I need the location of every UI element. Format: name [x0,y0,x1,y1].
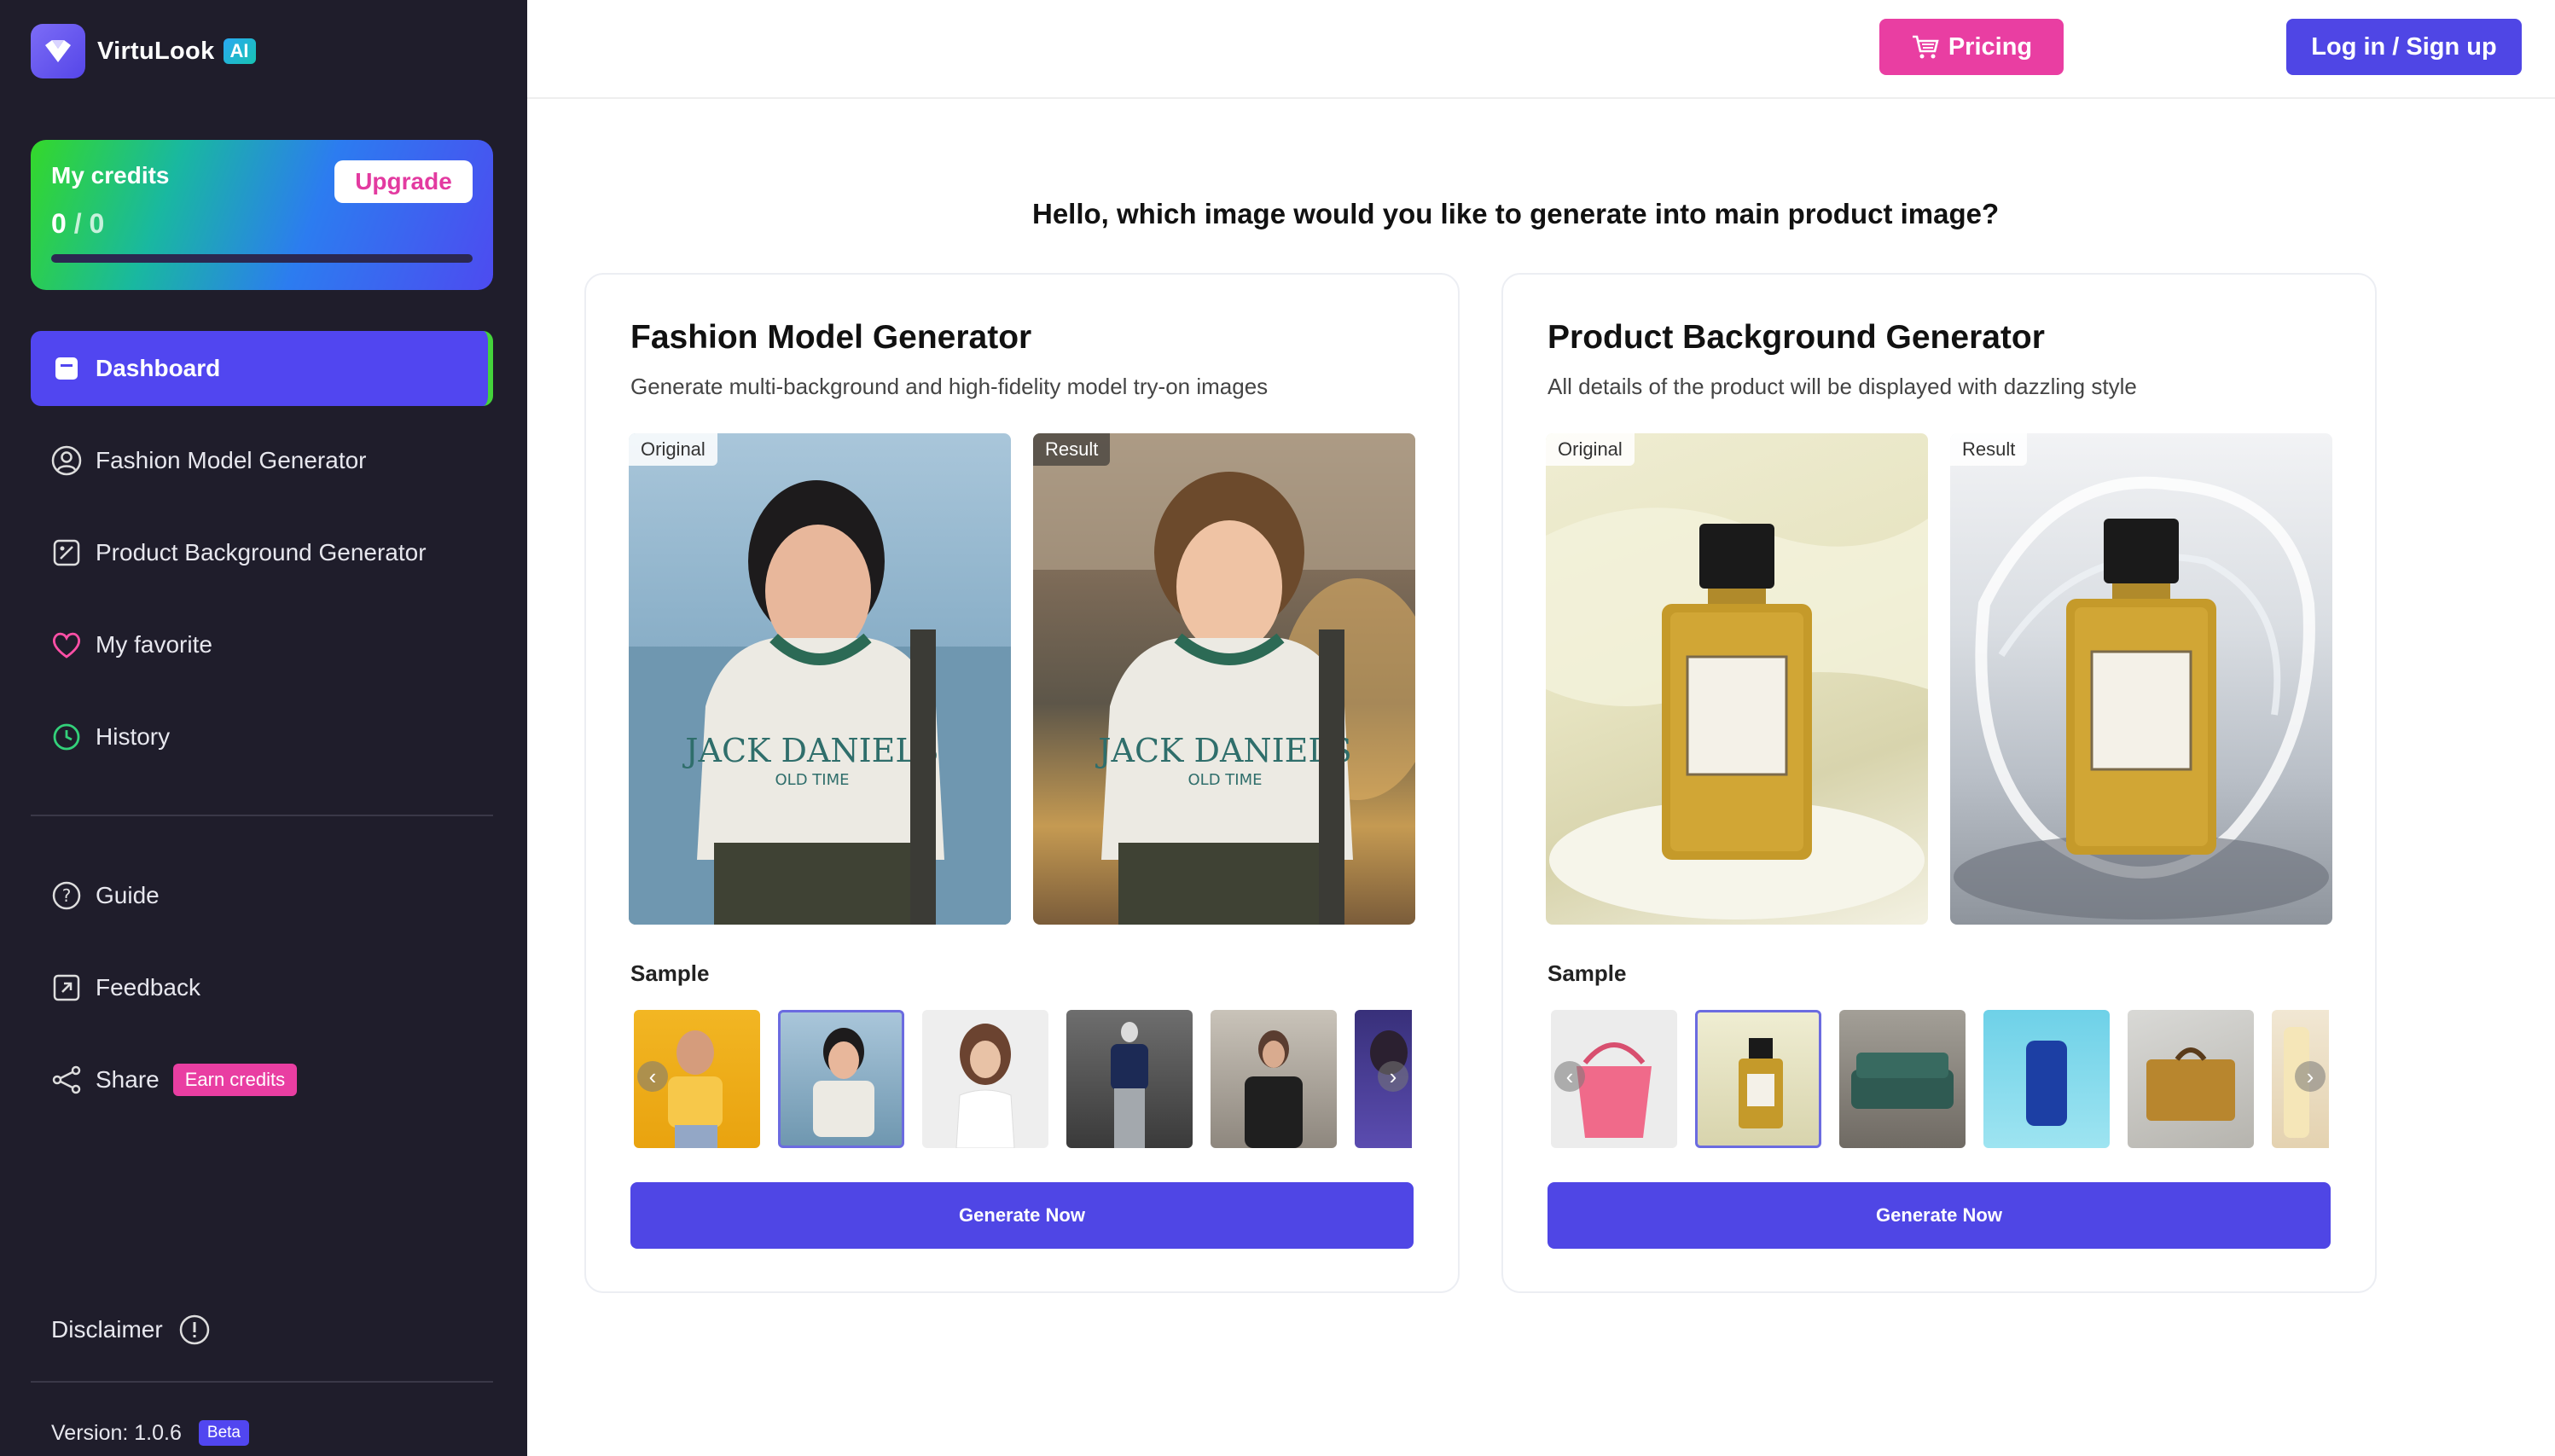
sidebar-item-guide[interactable]: ? Guide [31,858,493,933]
info-icon [178,1314,211,1346]
sidebar-item-label: Product Background Generator [96,539,427,566]
sample-thumbnails: ‹ › [1551,1010,2329,1148]
credits-progress-bar [51,254,473,263]
sidebar-item-label: Guide [96,882,160,908]
sample-thumb[interactable] [922,1010,1048,1148]
card-subtitle: All details of the product will be displ… [1548,374,2137,399]
footer-divider [31,1381,493,1383]
upgrade-button[interactable]: Upgrade [334,160,473,203]
sidebar-item-label: My favorite [96,631,212,658]
credits-value: 0 / 0 [51,208,473,240]
sidebar-item-label: Dashboard [96,355,221,381]
beta-badge: Beta [198,1420,249,1446]
sample-thumb[interactable] [1839,1010,1966,1148]
carousel-next-button[interactable]: › [1378,1061,1408,1092]
sidebar-item-dashboard[interactable]: Dashboard [31,331,493,406]
carousel-prev-button[interactable]: ‹ [637,1061,668,1092]
carousel-next-button[interactable]: › [2295,1061,2326,1092]
sample-thumb[interactable] [2128,1010,2254,1148]
product-background-card: Product Background Generator All details… [1501,273,2377,1293]
sidebar-item-share[interactable]: Share Earn credits [31,1042,493,1117]
sample-thumb[interactable] [1983,1010,2110,1148]
help-circle-icon: ? [51,880,82,911]
ai-badge: AI [223,38,256,64]
card-title: Product Background Generator [1548,319,2045,356]
credits-used: 0 [51,208,67,239]
sidebar-item-label: History [96,723,171,750]
card-title: Fashion Model Generator [630,319,1032,356]
credits-separator: / [66,208,90,239]
pricing-label: Pricing [1948,32,2033,61]
svg-text:OLD TIME: OLD TIME [775,771,850,789]
user-circle-icon [51,445,82,476]
generate-now-button[interactable]: Generate Now [630,1182,1414,1249]
image-edit-icon [51,537,82,568]
generate-now-button[interactable]: Generate Now [1548,1182,2331,1249]
disclaimer-link[interactable]: Disclaimer [51,1314,211,1346]
svg-text:OLD TIME: OLD TIME [1188,771,1263,789]
svg-text:JACK DANIELS: JACK DANIELS [1095,732,1351,769]
carousel-prev-button[interactable]: ‹ [1554,1061,1585,1092]
sidebar-item-product-background[interactable]: Product Background Generator [31,515,493,590]
credits-card: My credits 0 / 0 Upgrade [31,140,493,290]
original-model-image: JACK DANIELS OLD TIME Original [629,433,1011,925]
sidebar-item-label: Share [96,1066,160,1093]
fashion-model-card: Fashion Model Generator Generate multi-b… [584,273,1460,1293]
sidebar: VirtuLook AI My credits 0 / 0 Upgrade Da… [0,0,527,1456]
result-tag: Result [1033,433,1111,466]
credits-total: 0 [89,208,105,239]
brand[interactable]: VirtuLook AI [31,24,256,78]
svg-text:JACK DANIELS: JACK DANIELS [682,732,938,769]
sidebar-item-label: Fashion Model Generator [96,447,367,473]
card-subtitle: Generate multi-background and high-fidel… [630,374,1269,399]
result-product-image: Result [1950,433,2332,925]
original-tag: Original [629,433,717,466]
share-icon [51,1064,82,1095]
login-signup-button[interactable]: Log in / Sign up [2286,19,2522,75]
brand-name: VirtuLook [97,37,215,65]
sidebar-item-my-favorite[interactable]: My favorite [31,607,493,682]
version-label: Version: 1.0.6 [51,1420,182,1445]
sample-thumb[interactable] [1211,1010,1337,1148]
virtulook-logo-icon [31,24,85,78]
result-model-image: JACK DANIELS OLD TIME Result [1033,433,1415,925]
cart-icon [1911,34,1940,60]
sample-label: Sample [630,960,710,986]
pricing-button[interactable]: Pricing [1879,19,2064,75]
version-info: Version: 1.0.6 Beta [51,1420,249,1446]
heart-icon [51,629,82,660]
sample-thumb-selected[interactable] [1695,1010,1821,1148]
earn-credits-badge: Earn credits [172,1064,298,1096]
dashboard-icon [51,353,82,384]
result-tag: Result [1950,433,2028,466]
sidebar-divider [31,815,493,816]
sidebar-item-fashion-model[interactable]: Fashion Model Generator [31,423,493,498]
history-icon [51,722,82,752]
sidebar-item-history[interactable]: History [31,699,493,774]
original-product-image: Original [1546,433,1928,925]
sample-thumbnails: ‹ › [634,1010,1412,1148]
top-bar: Pricing Log in / Sign up [527,0,2555,99]
sidebar-item-feedback[interactable]: Feedback [31,950,493,1025]
original-tag: Original [1546,433,1635,466]
external-link-icon [51,972,82,1003]
page-question: Hello, which image would you like to gen… [1032,198,2000,229]
sidebar-item-label: Feedback [96,974,200,1001]
disclaimer-label: Disclaimer [51,1316,163,1343]
sample-thumb-selected[interactable] [778,1010,904,1148]
sample-label: Sample [1548,960,1627,986]
svg-text:?: ? [62,885,72,906]
sample-thumb[interactable] [1066,1010,1193,1148]
